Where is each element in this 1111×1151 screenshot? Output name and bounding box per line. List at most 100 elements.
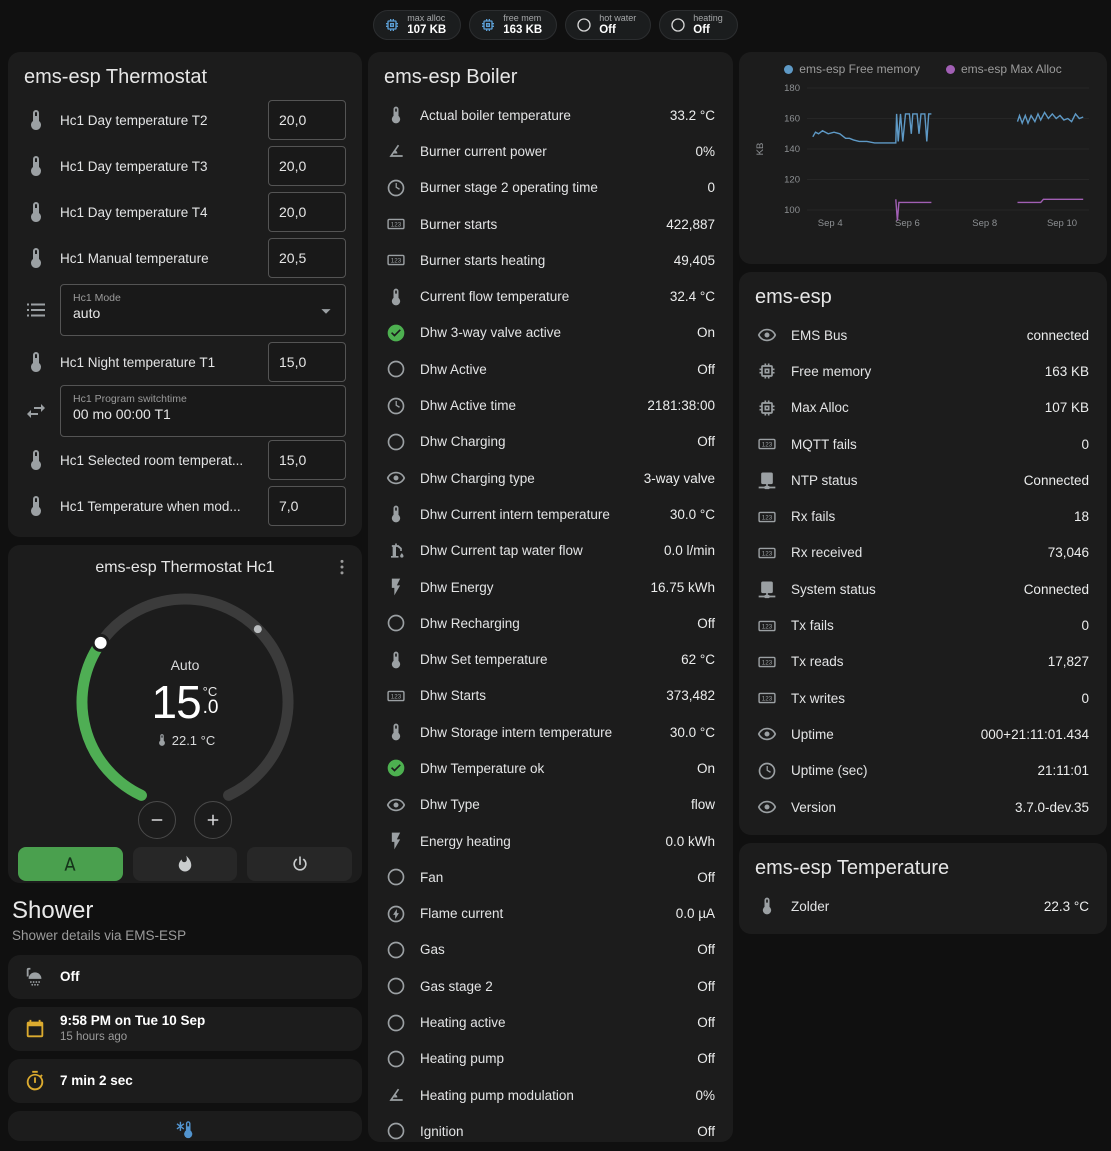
temperature-input[interactable] [268,440,346,480]
entity-icon [757,797,777,817]
entity-label: Max Alloc [791,400,1031,415]
entity-label: Gas stage 2 [420,979,683,994]
entity-row[interactable]: Dhw Set temperature 62 °C [368,641,733,677]
entity-row[interactable]: Uptime (sec) 21:11:01 [739,753,1107,789]
entity-value: 107 KB [1045,400,1089,415]
hvac-mode-button[interactable] [18,847,123,881]
temperature-input[interactable] [268,238,346,278]
entity-row[interactable]: Burner current power 0% [368,133,733,169]
entity-row[interactable]: Actual boiler temperature 33.2 °C [368,97,733,133]
entity-row[interactable]: Free memory 163 KB [739,353,1107,389]
entity-row[interactable]: Uptime 000+21:11:01.434 [739,716,1107,752]
entity-row[interactable]: Ignition Off [368,1113,733,1142]
entity-value: 3-way valve [644,471,715,486]
chip-icon [384,17,400,33]
entity-icon [757,761,777,781]
thermostat-dial-card: ems-esp Thermostat Hc1 Auto 15 °C .0 [8,545,362,883]
entity-row[interactable]: Dhw 3-way valve active On [368,315,733,351]
entity-row[interactable]: Burner stage 2 operating time 0 [368,170,733,206]
temperature-input[interactable] [268,486,346,526]
entity-row[interactable]: 123 Burner starts heating 49,405 [368,242,733,278]
legend-item[interactable]: ems-esp Free memory [784,62,920,76]
entity-label: Dhw Energy [420,580,636,595]
entity-row[interactable]: Dhw Active Off [368,351,733,387]
entity-row[interactable]: NTP status Connected [739,462,1107,498]
entity-row[interactable]: 123 Tx fails 0 [739,607,1107,643]
entity-value: 73,046 [1048,545,1089,560]
entity-row[interactable]: System status Connected [739,571,1107,607]
entity-row[interactable]: Dhw Energy 16.75 kWh [368,569,733,605]
temperature-input[interactable] [268,192,346,232]
shower-entity-card[interactable]: 9:58 PM on Tue 10 Sep 15 hours ago [8,1007,362,1051]
entity-row[interactable]: Dhw Temperature ok On [368,750,733,786]
entity-row[interactable]: 123 Tx reads 17,827 [739,644,1107,680]
badge-chip[interactable]: heating Off [659,10,738,40]
entity-value: 000+21:11:01.434 [981,727,1089,742]
number-entity-row: Hc1 Day temperature T4 [8,189,362,235]
svg-text:Sep 6: Sep 6 [895,218,920,229]
badge-chip[interactable]: max alloc 107 KB [373,10,461,40]
badge-chip[interactable]: free mem 163 KB [469,10,557,40]
entity-row[interactable]: 123 Rx received 73,046 [739,535,1107,571]
entity-row[interactable]: Max Alloc 107 KB [739,390,1107,426]
entity-row[interactable]: Zolder 22.3 °C [739,888,1107,924]
entity-icon [386,940,406,960]
entity-label: Burner starts heating [420,253,660,268]
entity-icon: 123 [757,688,777,708]
entity-value: Connected [1024,473,1089,488]
entity-row[interactable]: Dhw Current intern temperature 30.0 °C [368,496,733,532]
entity-row[interactable]: Dhw Current tap water flow 0.0 l/min [368,533,733,569]
entity-row[interactable]: Energy heating 0.0 kWh [368,823,733,859]
entity-row[interactable]: EMS Bus connected [739,317,1107,353]
entity-row[interactable]: 123 Burner starts 422,887 [368,206,733,242]
temperature-input[interactable] [268,342,346,382]
entity-row[interactable]: Dhw Charging Off [368,424,733,460]
temperature-input[interactable] [268,146,346,186]
entity-label: Rx received [791,545,1034,560]
entity-text: 9:58 PM on Tue 10 Sep 15 hours ago [60,1013,205,1044]
entity-row[interactable]: Heating pump Off [368,1041,733,1077]
text-entity-row: Hc1 Program switchtime 00 mo 00:00 T1 [8,385,362,437]
decrease-temp-button[interactable] [138,801,176,839]
entity-row[interactable]: Fan Off [368,859,733,895]
svg-text:123: 123 [762,514,773,521]
entity-row[interactable]: Gas Off [368,932,733,968]
badge-chip[interactable]: hot water Off [565,10,651,40]
entity-row[interactable]: 123 Dhw Starts 373,482 [368,678,733,714]
entity-icon [386,976,406,996]
entity-value: 0% [695,1088,715,1103]
entity-row[interactable]: Dhw Active time 2181:38:00 [368,387,733,423]
shower-entity-card[interactable]: 7 min 2 sec [8,1059,362,1103]
entity-row[interactable]: Heating pump modulation 0% [368,1077,733,1113]
entity-row[interactable]: Dhw Type flow [368,787,733,823]
entity-row[interactable]: Dhw Storage intern temperature 30.0 °C [368,714,733,750]
entity-row[interactable]: Dhw Recharging Off [368,605,733,641]
entity-row[interactable]: Current flow temperature 32.4 °C [368,278,733,314]
shower-entity-card[interactable]: Off [8,955,362,999]
entity-label: Zolder [791,899,1030,914]
entity-row[interactable]: 123 Tx writes 0 [739,680,1107,716]
entity-value: 0 [1081,437,1089,452]
hvac-mode-select[interactable]: Hc1 Mode auto [60,284,346,336]
entity-row[interactable]: Gas stage 2 Off [368,968,733,1004]
partial-card[interactable] [8,1111,362,1141]
temperature-input[interactable] [268,100,346,140]
dots-vertical-icon[interactable] [332,557,352,577]
entity-row[interactable]: 123 Rx fails 18 [739,498,1107,534]
hvac-mode-button[interactable] [247,847,352,881]
entity-row[interactable]: Dhw Charging type 3-way valve [368,460,733,496]
program-switchtime-field[interactable]: Hc1 Program switchtime 00 mo 00:00 T1 [60,385,346,437]
increase-temp-button[interactable] [194,801,232,839]
entity-icon [386,1013,406,1033]
thermostat-dial[interactable]: Auto 15 °C .0 22.1 °C [70,587,300,839]
entity-icon: 123 [757,543,777,563]
entity-value: 0.0 l/min [664,543,715,558]
entity-row[interactable]: Version 3.7.0-dev.35 [739,789,1107,825]
legend-item[interactable]: ems-esp Max Alloc [946,62,1062,76]
entity-icon [386,504,406,524]
hvac-mode-button[interactable] [133,847,238,881]
entity-label: EMS Bus [791,328,1013,343]
entity-row[interactable]: Flame current 0.0 µA [368,896,733,932]
entity-row[interactable]: 123 MQTT fails 0 [739,426,1107,462]
entity-row[interactable]: Heating active Off [368,1004,733,1040]
